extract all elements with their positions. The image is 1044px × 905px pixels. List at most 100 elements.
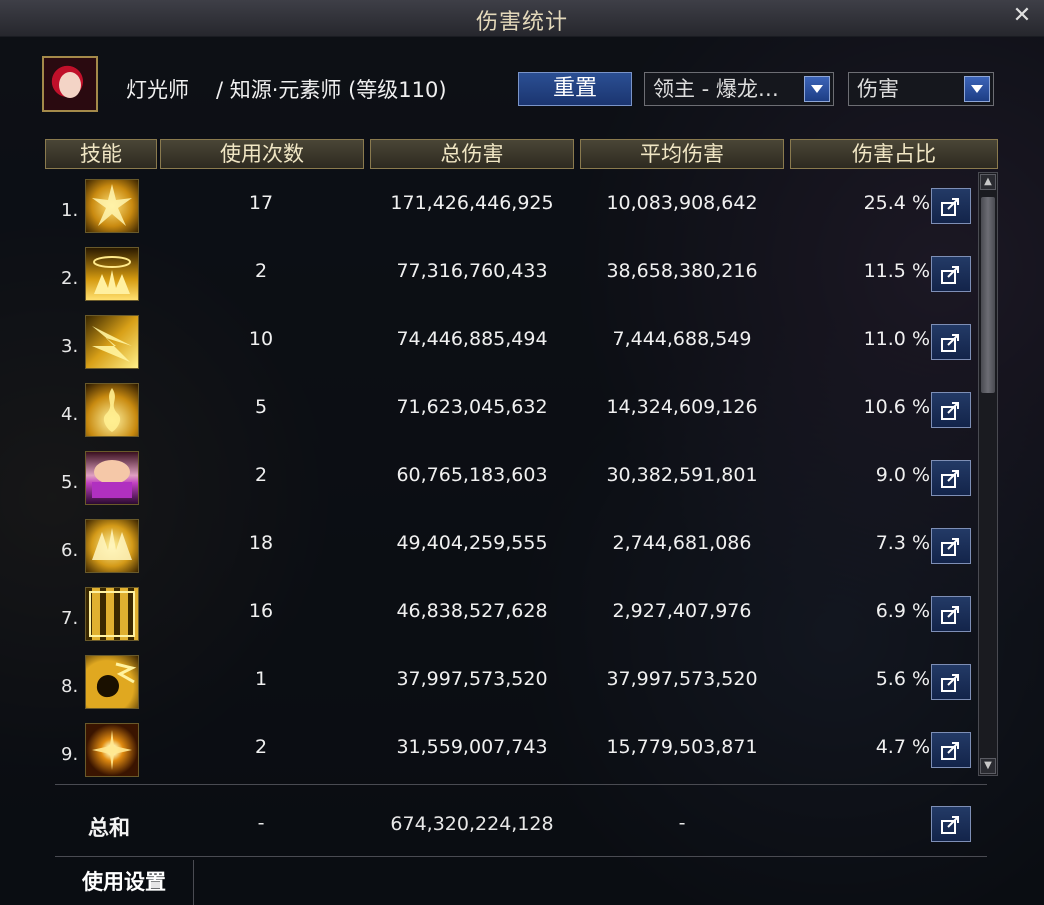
share-icon[interactable] [931, 256, 971, 292]
chevron-up-icon[interactable]: ▲ [980, 174, 996, 190]
chevron-down-icon[interactable] [804, 76, 830, 102]
damage-share: 11.5 % [863, 260, 930, 282]
skill-table: 1. 17 171,426,446,925 10,083,908,642 25.… [45, 172, 975, 780]
row-rank: 2. [61, 268, 79, 289]
row-rank: 6. [61, 540, 79, 561]
row-rank: 1. [61, 200, 79, 221]
total-damage: 60,765,183,603 [396, 464, 548, 486]
skill-icon [85, 451, 139, 505]
header-count[interactable]: 使用次数 [160, 139, 364, 169]
share-icon[interactable] [931, 188, 971, 224]
use-count: 17 [248, 192, 274, 214]
table-divider [55, 784, 987, 785]
window-titlebar: 伤害统计 ✕ [0, 0, 1044, 37]
average-damage: 2,927,407,976 [612, 600, 752, 622]
average-damage: 14,324,609,126 [606, 396, 758, 418]
row-rank: 5. [61, 472, 79, 493]
skill-icon [85, 587, 139, 641]
damage-share: 10.6 % [863, 396, 930, 418]
damage-share: 9.0 % [875, 464, 930, 486]
header-pct[interactable]: 伤害占比 [790, 139, 998, 169]
row-rank: 9. [61, 744, 79, 765]
row-rank: 8. [61, 676, 79, 697]
row-rank: 4. [61, 404, 79, 425]
header-total[interactable]: 总伤害 [370, 139, 574, 169]
average-damage: 7,444,688,549 [612, 328, 752, 350]
total-damage: 74,446,885,494 [396, 328, 548, 350]
footer-divider [55, 856, 987, 857]
use-count: 2 [254, 464, 268, 486]
total-average: - [678, 812, 686, 834]
damage-share: 5.6 % [875, 668, 930, 690]
average-damage: 10,083,908,642 [606, 192, 758, 214]
average-damage: 37,997,573,520 [606, 668, 758, 690]
total-damage: 171,426,446,925 [390, 192, 554, 214]
average-damage: 30,382,591,801 [606, 464, 758, 486]
skill-icon [85, 655, 139, 709]
average-damage: 15,779,503,871 [606, 736, 758, 758]
table-row: 1. 17 171,426,446,925 10,083,908,642 25.… [45, 172, 975, 240]
chevron-down-icon[interactable]: ▼ [980, 758, 996, 774]
total-damage: 37,997,573,520 [396, 668, 548, 690]
total-damage: 46,838,527,628 [396, 600, 548, 622]
share-icon[interactable] [931, 528, 971, 564]
boss-select[interactable]: 领主 - 爆龙… [644, 72, 834, 106]
use-count: 2 [254, 736, 268, 758]
skill-icon [85, 247, 139, 301]
share-icon[interactable] [931, 460, 971, 496]
total-label: 总和 [88, 816, 130, 840]
character-avatar [42, 56, 98, 112]
use-count: 2 [254, 260, 268, 282]
chevron-down-icon[interactable] [964, 76, 990, 102]
average-damage: 2,744,681,086 [612, 532, 752, 554]
metric-select[interactable]: 伤害 [848, 72, 994, 106]
share-icon[interactable] [931, 732, 971, 768]
avatar-face [59, 72, 81, 98]
table-row: 7. 16 46,838,527,628 2,927,407,976 6.9 % [45, 580, 975, 648]
row-rank: 3. [61, 336, 79, 357]
reset-button[interactable]: 重置 [518, 72, 632, 106]
table-row: 6. 18 49,404,259,555 2,744,681,086 7.3 % [45, 512, 975, 580]
character-job: / 知源·元素师 (等级110) [216, 78, 447, 102]
use-count: 18 [248, 532, 274, 554]
table-scrollbar[interactable]: ▲ ▼ [978, 172, 998, 776]
window-title: 伤害统计 [475, 10, 568, 35]
skill-icon [85, 315, 139, 369]
share-icon[interactable] [931, 664, 971, 700]
boss-select-value: 领主 - 爆龙… [653, 77, 779, 101]
character-name: 灯光师 [126, 78, 189, 102]
header-skill[interactable]: 技能 [45, 139, 157, 169]
share-icon[interactable] [931, 324, 971, 360]
damage-share: 25.4 % [863, 192, 930, 214]
table-row: 9. 2 31,559,007,743 15,779,503,871 4.7 % [45, 716, 975, 784]
damage-share: 6.9 % [875, 600, 930, 622]
total-damage: 71,623,045,632 [396, 396, 548, 418]
total-damage: 49,404,259,555 [396, 532, 548, 554]
share-icon[interactable] [931, 392, 971, 428]
skill-icon [85, 383, 139, 437]
damage-share: 4.7 % [875, 736, 930, 758]
damage-share: 7.3 % [875, 532, 930, 554]
skill-icon [85, 519, 139, 573]
table-row: 4. 5 71,623,045,632 14,324,609,126 10.6 … [45, 376, 975, 444]
share-icon[interactable] [931, 596, 971, 632]
scroll-thumb[interactable] [981, 197, 995, 393]
total-use-count: - [257, 812, 265, 834]
use-count: 1 [254, 668, 268, 690]
use-count: 10 [248, 328, 274, 350]
skill-icon [85, 179, 139, 233]
table-row: 8. 1 37,997,573,520 37,997,573,520 5.6 % [45, 648, 975, 716]
damage-share: 11.0 % [863, 328, 930, 350]
table-row: 3. 10 74,446,885,494 7,444,688,549 11.0 … [45, 308, 975, 376]
metric-select-value: 伤害 [857, 77, 899, 101]
share-icon[interactable] [931, 806, 971, 842]
total-damage: 31,559,007,743 [396, 736, 548, 758]
skill-icon [85, 723, 139, 777]
table-row: 2. 2 77,316,760,433 38,658,380,216 11.5 … [45, 240, 975, 308]
row-rank: 7. [61, 608, 79, 629]
header-avg[interactable]: 平均伤害 [580, 139, 784, 169]
close-icon[interactable]: ✕ [1010, 4, 1034, 28]
tab-usage-settings[interactable]: 使用设置 [55, 860, 194, 905]
table-row: 5. 2 60,765,183,603 30,382,591,801 9.0 % [45, 444, 975, 512]
use-count: 16 [248, 600, 274, 622]
